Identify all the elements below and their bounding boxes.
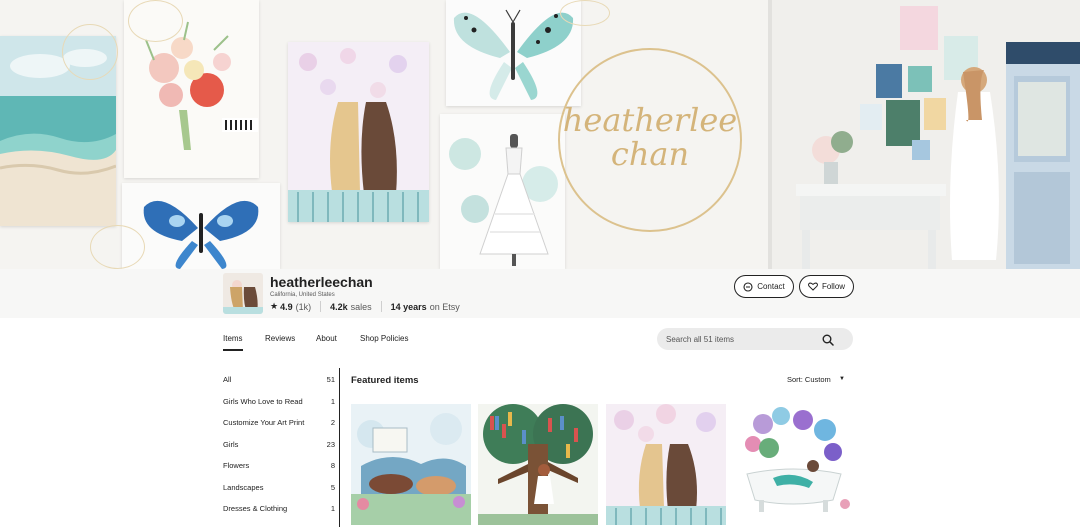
- contact-button[interactable]: Contact: [734, 275, 794, 298]
- book-tree-painting-icon: [478, 404, 598, 525]
- shop-stats: ★ 4.9 (1k) 4.2k sales 14 years on Etsy: [270, 301, 460, 312]
- shop-banner: heatherlee chan: [0, 0, 1080, 269]
- shop-sales-count: 4.2k: [330, 301, 348, 312]
- banner-blue-butterfly-print: [122, 183, 280, 269]
- section-item-flowers[interactable]: Flowers 8: [223, 461, 335, 473]
- sidebar-active-rule: [339, 368, 340, 527]
- tab-reviews[interactable]: Reviews: [265, 334, 295, 343]
- section-count: 1: [330, 504, 335, 513]
- mermaid-bath-painting-icon: [733, 404, 853, 525]
- shop-name[interactable]: heatherleechan: [270, 274, 373, 290]
- section-count: 23: [326, 440, 335, 449]
- section-label: Flowers: [223, 461, 250, 470]
- caret-down-icon[interactable]: ▼: [839, 376, 845, 382]
- follow-button[interactable]: Follow: [799, 275, 854, 298]
- follow-label: Follow: [821, 282, 846, 291]
- shop-avatar[interactable]: [223, 273, 263, 314]
- section-label: Dresses & Clothing: [223, 504, 288, 513]
- section-item-girls-who-love-to-read[interactable]: Girls Who Love to Read 1: [223, 397, 335, 409]
- contact-label: Contact: [757, 282, 785, 291]
- banner-seal-top: [62, 24, 118, 80]
- tab-items[interactable]: Items: [223, 334, 243, 343]
- section-count: 5: [330, 483, 335, 492]
- section-label: Girls Who Love to Read: [223, 397, 303, 406]
- shop-rating: 4.9: [280, 301, 293, 312]
- shop-sales-label: sales: [350, 301, 372, 312]
- message-icon: [743, 281, 753, 292]
- banner-seal-bouquet: [128, 0, 183, 42]
- listing-thumbnail[interactable]: [733, 404, 853, 525]
- section-item-all[interactable]: All 51: [223, 375, 335, 387]
- shop-location: California, United States: [270, 292, 335, 298]
- star-icon: ★: [270, 301, 279, 311]
- shop-rating-count[interactable]: (1k): [296, 302, 312, 312]
- banner-logo-line2: chan: [610, 135, 690, 173]
- banner-seal-bottom: [90, 225, 145, 269]
- listing-thumbnail[interactable]: [351, 404, 471, 525]
- girls-reading-painting-icon: [351, 404, 471, 525]
- featured-title: Featured items: [351, 375, 419, 386]
- shop-years: 14 years: [390, 301, 427, 312]
- section-item-landscapes[interactable]: Landscapes 5: [223, 483, 335, 495]
- banner-logo-line1: heatherlee: [562, 101, 738, 139]
- section-count: 51: [326, 375, 335, 384]
- search-icon[interactable]: [822, 333, 834, 346]
- section-count: 8: [330, 461, 335, 470]
- listing-thumbnail[interactable]: [478, 404, 598, 525]
- section-item-girls[interactable]: Girls 23: [223, 440, 335, 452]
- two-girls-painting-icon: [606, 404, 726, 525]
- stats-divider: [380, 301, 382, 312]
- section-label: All: [223, 375, 232, 384]
- section-label: Girls: [223, 440, 239, 449]
- sort-dropdown[interactable]: Sort: Custom: [787, 375, 831, 384]
- banner-seal-butterfly: [560, 0, 610, 26]
- banner-two-girls-print: [288, 42, 429, 222]
- banner-dress-print: [440, 114, 565, 269]
- tab-about[interactable]: About: [316, 334, 337, 343]
- heart-icon: [807, 282, 818, 291]
- banner-studio-photo: [768, 0, 1080, 269]
- section-item-dresses-clothing[interactable]: Dresses & Clothing 1: [223, 504, 335, 516]
- listing-thumbnail[interactable]: [606, 404, 726, 525]
- banner-logo: heatherlee chan: [560, 103, 740, 171]
- stats-divider: [320, 301, 322, 312]
- section-label: Landscapes: [223, 483, 264, 492]
- shop-years-suffix: on Etsy: [429, 301, 460, 312]
- tab-active-indicator: [223, 349, 243, 351]
- section-count: 1: [330, 397, 335, 406]
- section-label: Customize Your Art Print: [223, 418, 305, 427]
- section-count: 2: [330, 418, 335, 427]
- banner-divider: [768, 0, 772, 269]
- search-input[interactable]: [666, 328, 816, 350]
- shop-header: [0, 269, 1080, 318]
- section-item-customize-your-art-print[interactable]: Customize Your Art Print 2: [223, 418, 335, 430]
- tab-shop-policies[interactable]: Shop Policies: [360, 334, 408, 343]
